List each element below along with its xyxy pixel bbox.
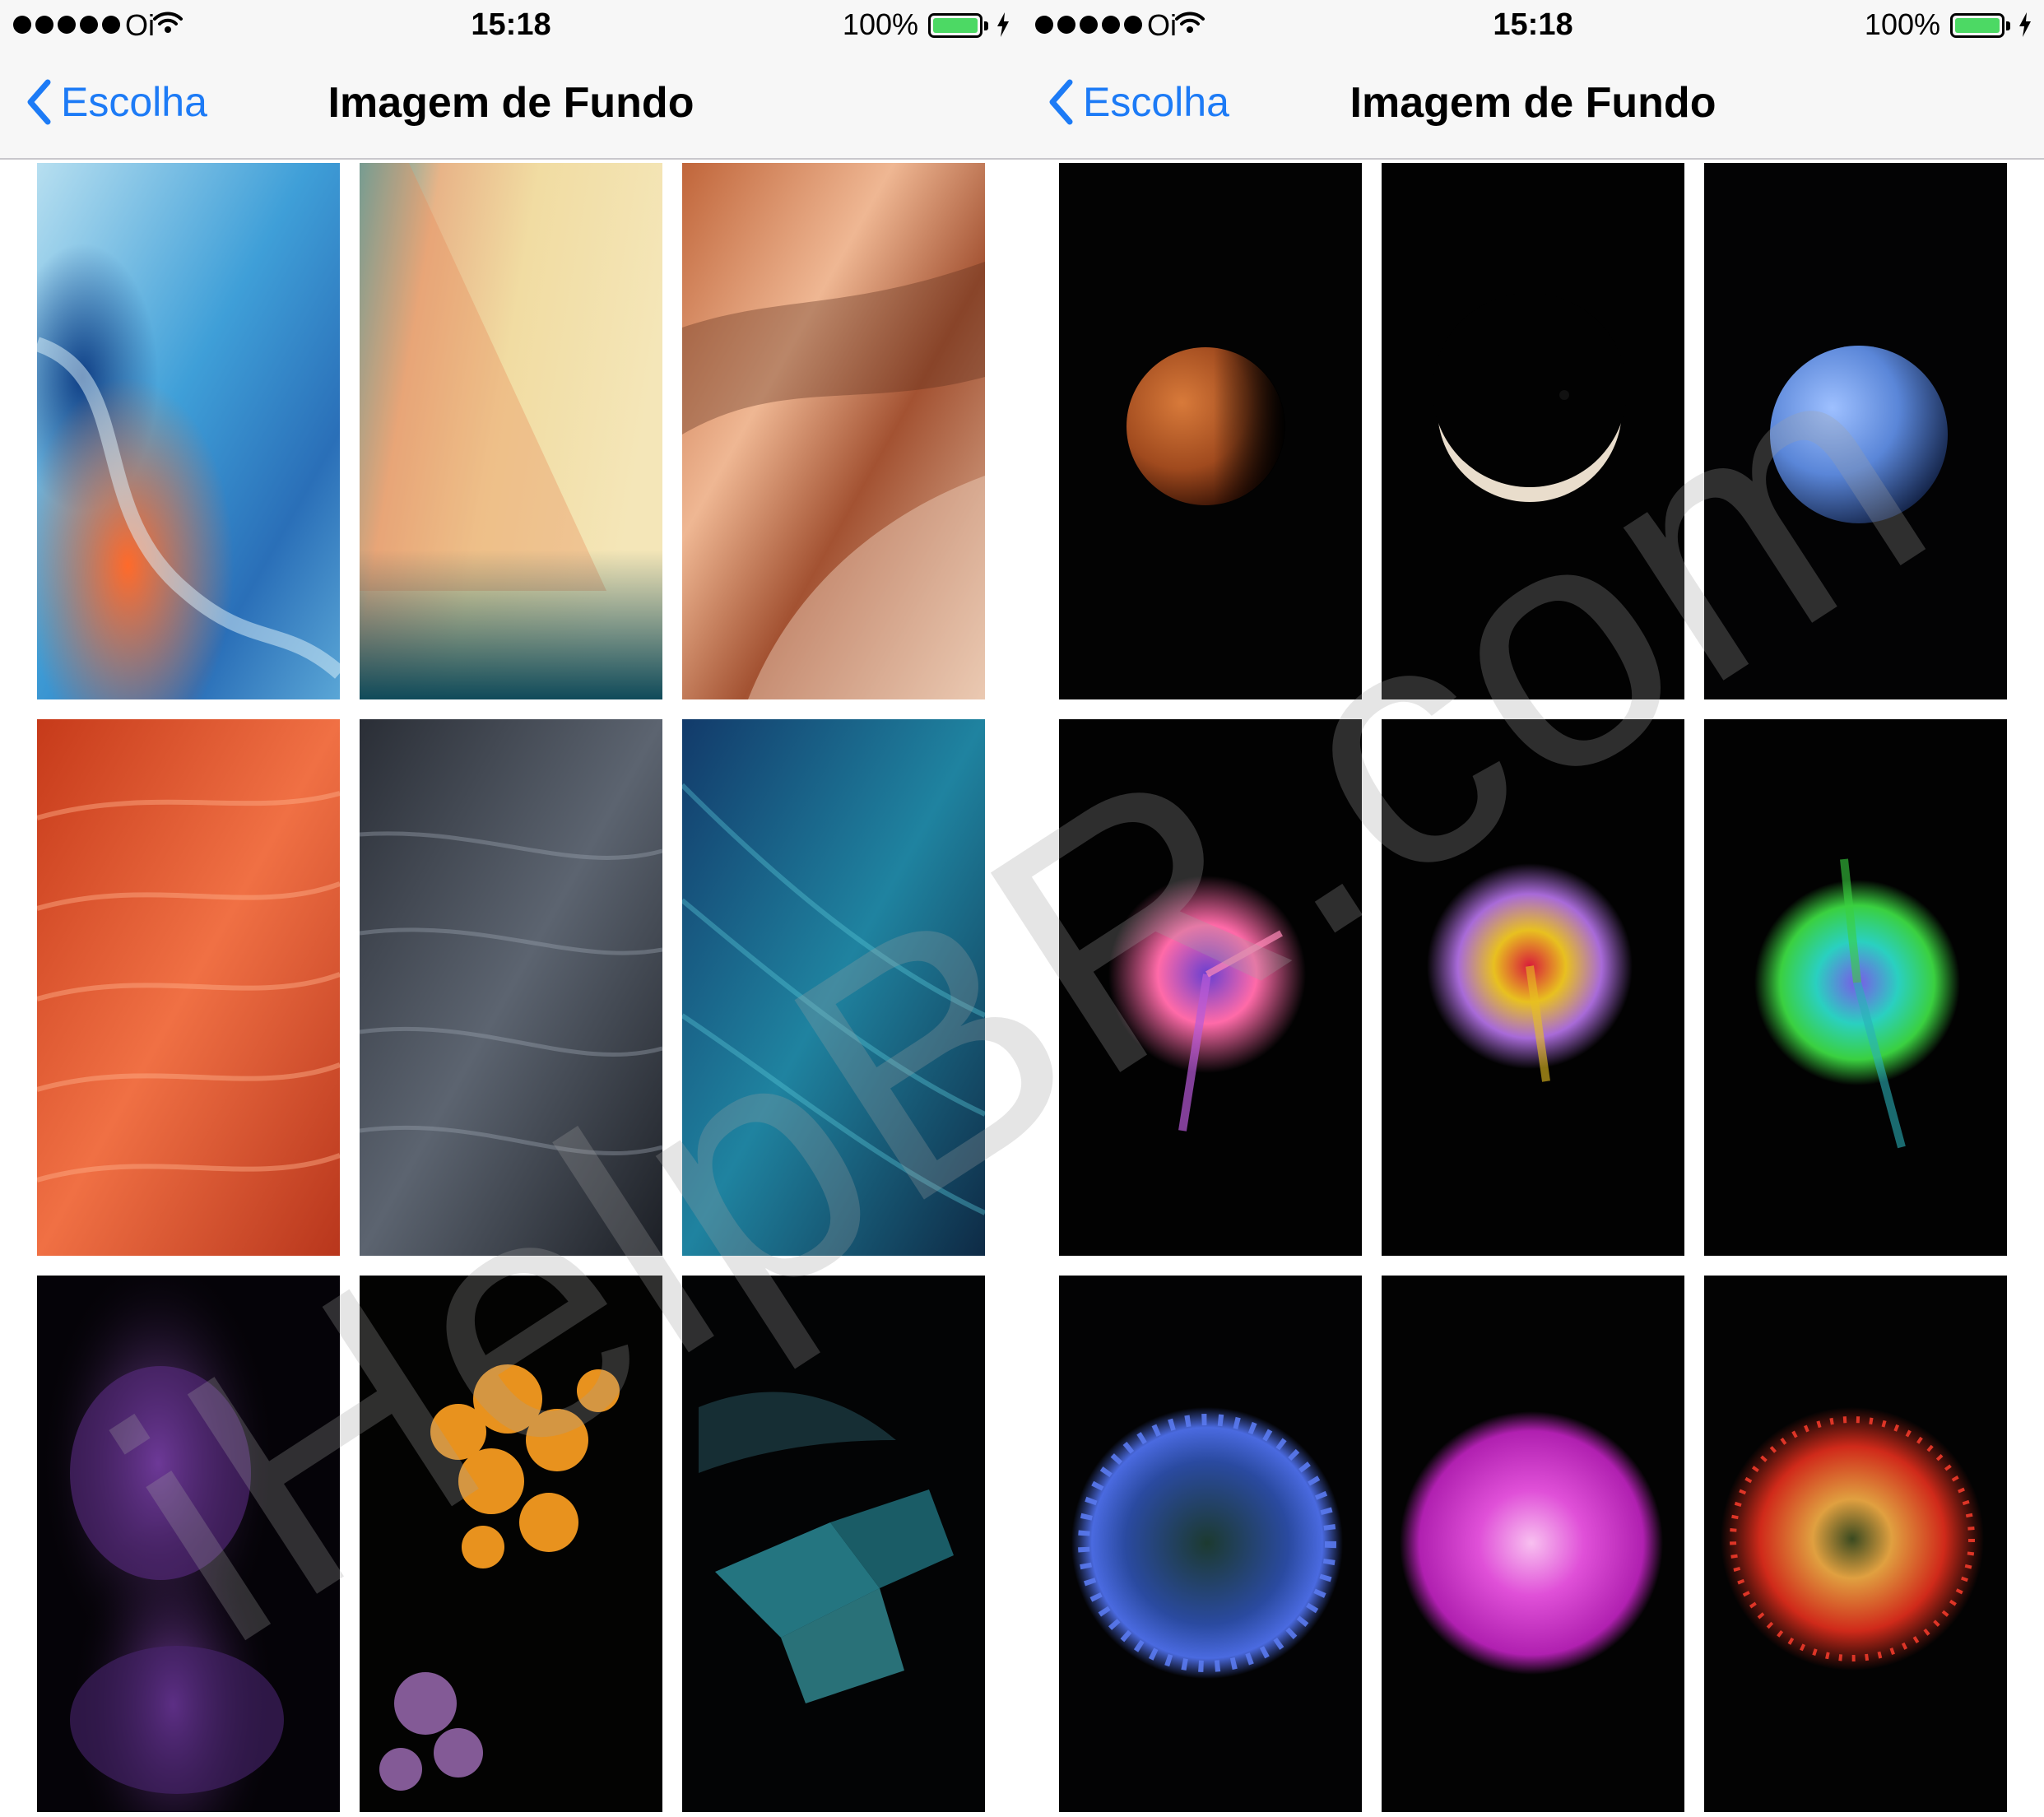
wallpaper-purple-rose[interactable] <box>37 1276 340 1812</box>
wallpaper-red-pincushion-flower[interactable] <box>1704 1276 2007 1812</box>
wallpaper-mars[interactable] <box>1059 163 1362 699</box>
wallpaper-orange-feathers[interactable] <box>37 719 340 1256</box>
wallpaper-pink-powder-burst[interactable] <box>1059 719 1362 1256</box>
page-title: Imagem de Fundo <box>328 79 694 127</box>
wallpaper-blue-feathers[interactable] <box>682 719 985 1256</box>
wallpaper-blue-flower[interactable] <box>1059 1276 1362 1812</box>
wallpaper-magenta-dahlia[interactable] <box>1382 1276 1684 1812</box>
navigation-bar: Escolha Imagem de Fundo <box>0 51 1022 160</box>
wallpaper-green-teal-powder-burst[interactable] <box>1704 719 2007 1256</box>
wallpaper-orange-flowers[interactable] <box>360 1276 662 1812</box>
status-bar: Oi 15:18 100% <box>0 0 1022 51</box>
screen-left: Oi 15:18 100% Escolha Imagem de Fundo <box>0 0 1022 1817</box>
wallpaper-blue-sand-swirl[interactable] <box>37 163 340 699</box>
wallpaper-yellow-red-powder-burst[interactable] <box>1382 719 1684 1256</box>
battery-icon <box>928 13 988 38</box>
page-title: Imagem de Fundo <box>1350 79 1716 127</box>
charging-bolt-icon <box>997 12 1009 37</box>
wallpaper-grid <box>0 160 1022 1817</box>
status-bar: Oi 15:18 100% <box>1022 0 2044 51</box>
wallpaper-cream-teal-dune[interactable] <box>360 163 662 699</box>
battery-percentage: 100% <box>842 7 918 41</box>
wallpaper-jupiter-crescent[interactable] <box>1382 163 1684 699</box>
wallpaper-grid <box>1022 160 2044 1817</box>
battery-icon <box>1950 13 2010 38</box>
wallpaper-neptune[interactable] <box>1704 163 2007 699</box>
wallpaper-orange-sand-dune[interactable] <box>682 163 985 699</box>
wallpaper-grey-feathers[interactable] <box>360 719 662 1256</box>
screen-right: Oi 15:18 100% Escolha Imagem de Fundo <box>1022 0 2044 1817</box>
battery-percentage: 100% <box>1864 7 1940 41</box>
wallpaper-teal-leaves[interactable] <box>682 1276 985 1812</box>
charging-bolt-icon <box>2019 12 2031 37</box>
navigation-bar: Escolha Imagem de Fundo <box>1022 51 2044 160</box>
